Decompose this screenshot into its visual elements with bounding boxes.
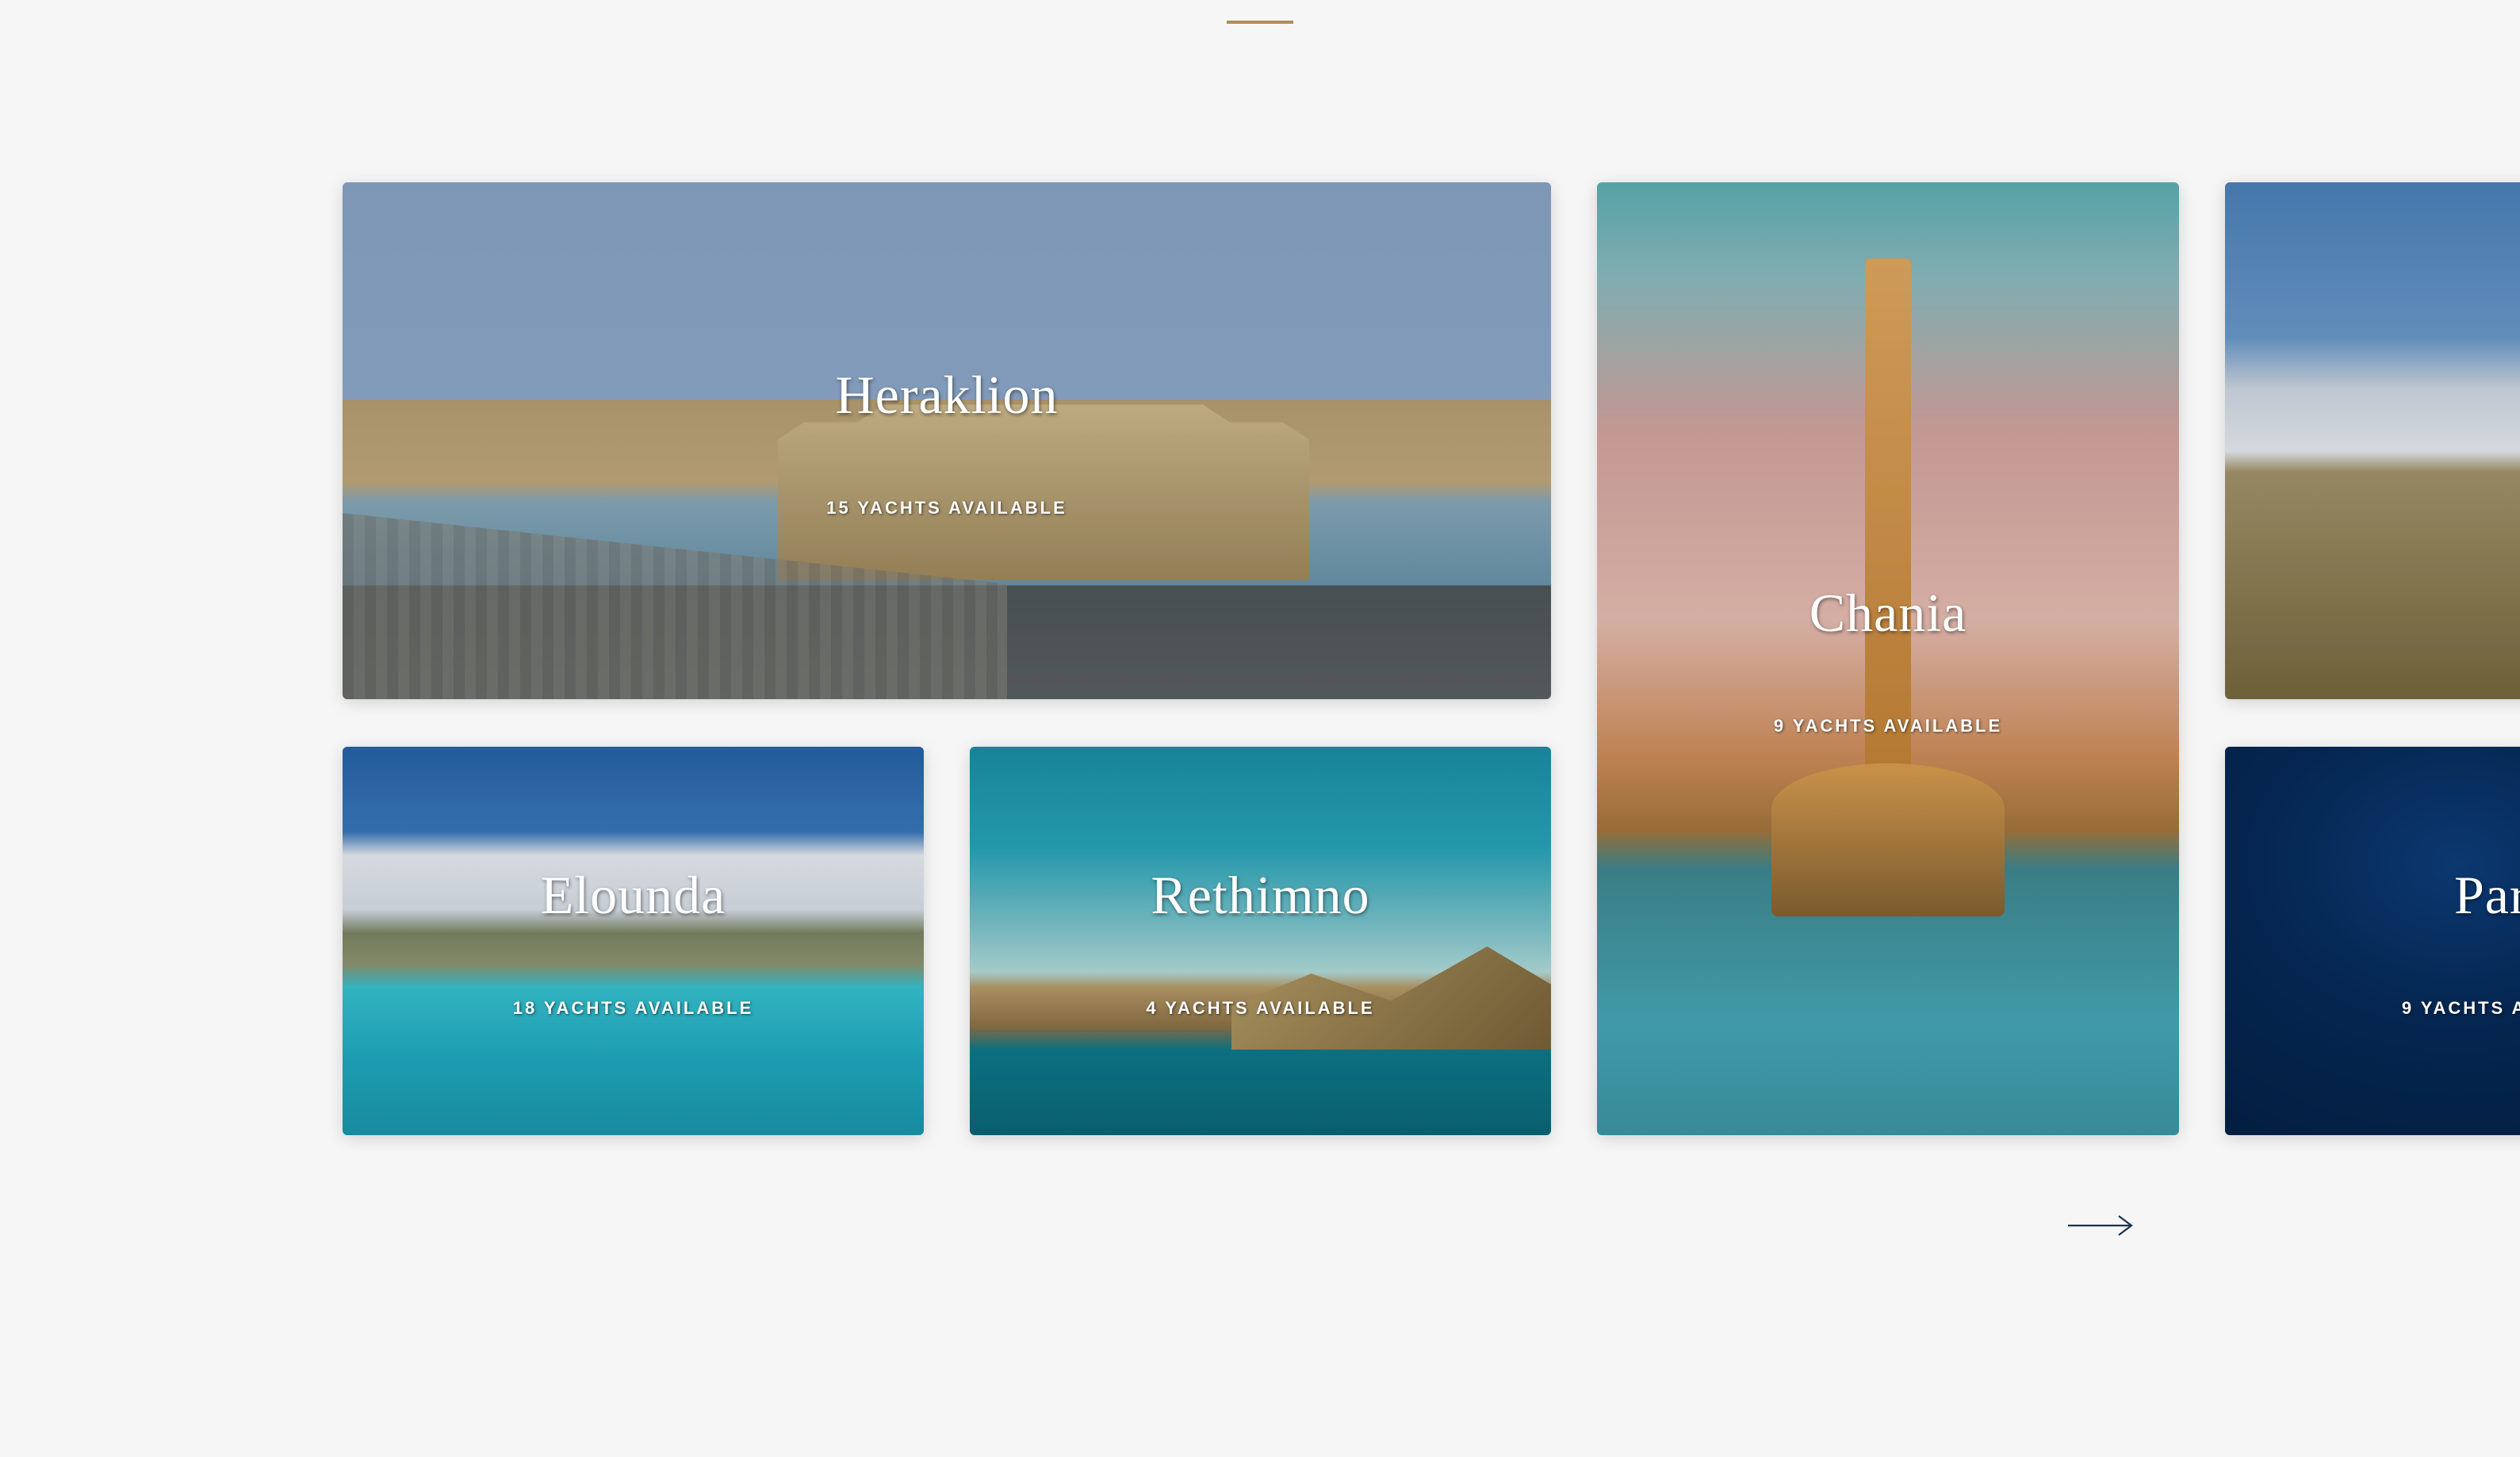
destination-title: Rethimno: [1151, 864, 1369, 927]
grid-column-2: Chania 9 YACHTS AVAILABLE: [1597, 182, 2179, 1135]
grid-column-1: Heraklion 15 YACHTS AVAILABLE Elounda 18…: [343, 182, 1551, 1135]
next-button[interactable]: [2066, 1213, 2135, 1242]
destinations-grid: Heraklion 15 YACHTS AVAILABLE Elounda 18…: [343, 182, 2520, 1135]
destination-title: Elounda: [541, 864, 726, 927]
card-overlay: [343, 182, 1551, 699]
destination-title: Chania: [1810, 582, 1967, 644]
destination-card-rethimno[interactable]: Rethimno 4 YACHTS AVAILABLE: [970, 747, 1551, 1135]
destination-yachts-label: 4 YACHTS AVAILABLE: [1146, 998, 1374, 1019]
destination-card-chania[interactable]: Chania 9 YACHTS AVAILABLE: [1597, 182, 2179, 1135]
card-overlay: [2225, 182, 2520, 699]
destination-yachts-label: 18 YACHTS AVAILABLE: [513, 998, 754, 1019]
grid-row-bottom: Elounda 18 YACHTS AVAILABLE Rethimno 4 Y…: [343, 747, 1551, 1135]
destination-yachts-label: 9 YACHTS AVAILABLE: [1774, 716, 2002, 736]
destination-card-heraklion[interactable]: Heraklion 15 YACHTS AVAILABLE: [343, 182, 1551, 699]
destination-title: Heraklion: [836, 364, 1059, 426]
arrow-right-icon: [2066, 1228, 2135, 1241]
destination-yachts-label: 15 YACHTS AVAILABLE: [826, 498, 1067, 518]
destination-card-elounda[interactable]: Elounda 18 YACHTS AVAILABLE: [343, 747, 924, 1135]
destination-title: Paros: [2454, 864, 2520, 927]
grid-column-3: Paros 9 YACHTS AVAILABLE: [2225, 182, 2520, 1135]
destination-card-paros[interactable]: Paros 9 YACHTS AVAILABLE: [2225, 747, 2520, 1135]
card-overlay: [343, 747, 924, 1135]
destination-card-partial-top[interactable]: [2225, 182, 2520, 699]
section-divider: [1227, 21, 1293, 24]
card-overlay: [2225, 747, 2520, 1135]
destination-yachts-label: 9 YACHTS AVAILABLE: [2402, 998, 2520, 1019]
card-overlay: [970, 747, 1551, 1135]
card-overlay: [1597, 182, 2179, 1135]
